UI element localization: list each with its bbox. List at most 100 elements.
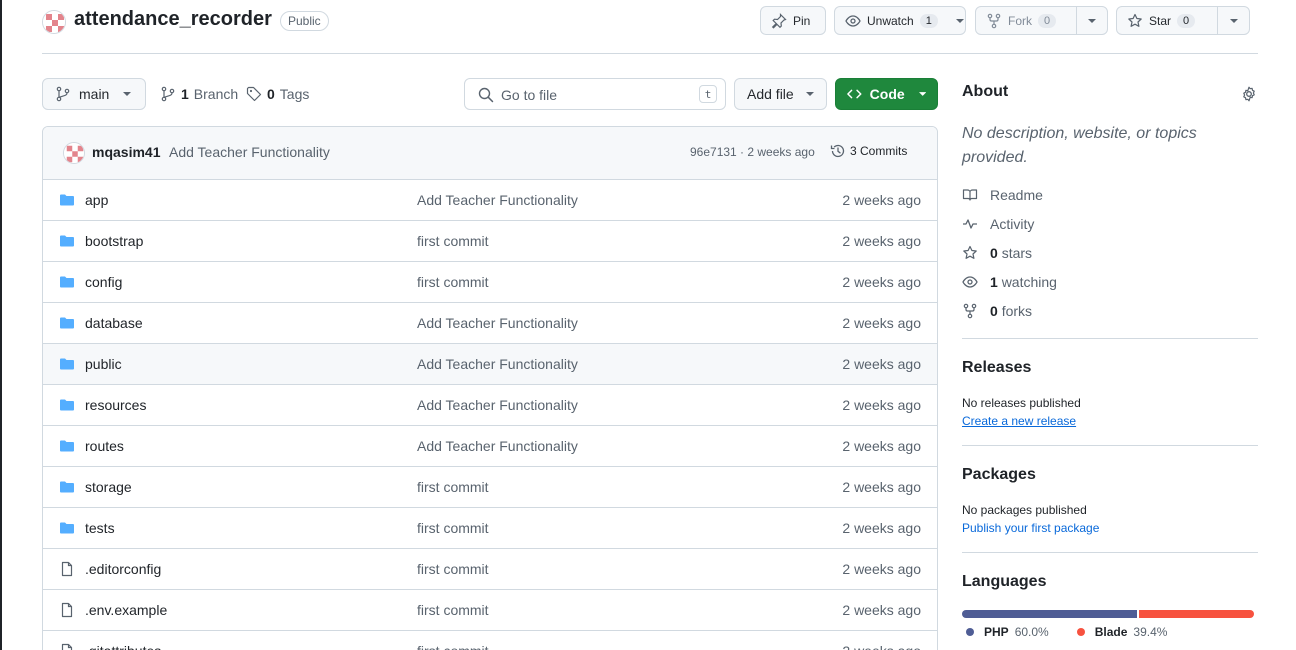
- gear-icon[interactable]: [1241, 86, 1257, 102]
- commits-history-link[interactable]: 3 Commits: [830, 143, 907, 159]
- create-release-link[interactable]: Create a new release: [962, 414, 1258, 428]
- file-commit-message-link[interactable]: first commit: [417, 233, 489, 249]
- table-row[interactable]: bootstrap first commit 2 weeks ago: [43, 221, 937, 262]
- table-row[interactable]: app Add Teacher Functionality 2 weeks ago: [43, 180, 937, 221]
- language-item[interactable]: Blade 39.4%: [1076, 625, 1167, 639]
- fork-button-group[interactable]: Fork 0: [975, 6, 1108, 35]
- file-commit-message-link[interactable]: first commit: [417, 274, 489, 290]
- star-button[interactable]: Star 0: [1117, 7, 1217, 34]
- file-name-link[interactable]: bootstrap: [85, 233, 143, 249]
- file-commit-message-link[interactable]: first commit: [417, 643, 489, 650]
- repo-name[interactable]: attendance_recorder: [74, 8, 272, 31]
- go-to-file-input[interactable]: [501, 85, 691, 105]
- table-row[interactable]: routes Add Teacher Functionality 2 weeks a…: [43, 426, 937, 467]
- add-file-button[interactable]: Add file: [734, 78, 827, 110]
- pin-label: Pin: [793, 13, 811, 28]
- star-dropdown[interactable]: [1217, 7, 1249, 34]
- file-commit-message-link[interactable]: first commit: [417, 479, 489, 495]
- fork-counter: 0: [1038, 13, 1057, 28]
- releases-empty-text: No releases published: [962, 396, 1081, 410]
- fork-icon: [963, 303, 977, 318]
- releases-heading[interactable]: Releases: [962, 359, 1258, 377]
- branch-count: 1: [181, 86, 189, 102]
- divider: [962, 445, 1258, 446]
- folder-icon: [60, 317, 74, 329]
- pin-button[interactable]: Pin: [760, 6, 826, 35]
- language-item[interactable]: PHP 60.0%: [966, 625, 1049, 639]
- commit-hash-and-time[interactable]: 96e7131 · 2 weeks ago: [690, 145, 815, 159]
- table-row[interactable]: .editorconfig first commit 2 weeks ago: [43, 549, 937, 590]
- repo-owner-avatar[interactable]: [42, 10, 66, 34]
- branches-link[interactable]: 1 Branch: [160, 78, 238, 110]
- branch-count-label: Branch: [193, 86, 239, 102]
- file-name-link[interactable]: .editorconfig: [85, 561, 161, 577]
- table-row[interactable]: tests first commit 2 weeks ago: [43, 508, 937, 549]
- file-name-link[interactable]: tests: [85, 520, 115, 536]
- unwatch-dropdown[interactable]: [948, 7, 972, 34]
- fork-dropdown[interactable]: [1076, 7, 1107, 34]
- file-commit-message-link[interactable]: Add Teacher Functionality: [417, 192, 578, 208]
- file-name-link[interactable]: .env.example: [85, 602, 167, 618]
- divider: [962, 338, 1258, 339]
- about-link-forks[interactable]: 0 forks: [962, 296, 1258, 325]
- about-link-count: 0: [990, 302, 998, 319]
- avatar[interactable]: [63, 142, 85, 164]
- tag-icon: [246, 86, 262, 102]
- table-row[interactable]: storage first commit 2 weeks ago: [43, 467, 937, 508]
- commit-message-link[interactable]: Add Teacher Functionality: [169, 144, 330, 160]
- file-commit-message-link[interactable]: Add Teacher Functionality: [417, 438, 578, 454]
- caret-down-icon: [805, 92, 814, 96]
- fork-button[interactable]: Fork 0: [976, 7, 1076, 34]
- table-row[interactable]: resources Add Teacher Functionality 2 week…: [43, 385, 937, 426]
- table-row[interactable]: public Add Teacher Functionality 2 weeks a…: [43, 344, 937, 385]
- pulse-icon: [963, 218, 977, 229]
- file-name-link[interactable]: .gitattributes: [85, 643, 161, 650]
- about-link-activity[interactable]: Activity: [962, 209, 1258, 238]
- history-icon: [830, 144, 845, 158]
- file-commit-message-link[interactable]: first commit: [417, 520, 489, 536]
- file-name-link[interactable]: storage: [85, 479, 132, 495]
- file-name-link[interactable]: routes: [85, 438, 124, 454]
- table-row[interactable]: .env.example first commit 2 weeks ago: [43, 590, 937, 631]
- branch-selector[interactable]: main: [42, 78, 146, 110]
- commit-author-link[interactable]: mqasim41: [92, 144, 160, 160]
- file-icon: [61, 561, 73, 577]
- file-commit-message-link[interactable]: Add Teacher Functionality: [417, 397, 578, 413]
- file-commit-date: 2 weeks ago: [842, 438, 921, 454]
- file-commit-message-link[interactable]: Add Teacher Functionality: [417, 356, 578, 372]
- table-row[interactable]: .gitattributes first commit 2 weeks ago: [43, 631, 937, 650]
- window-edge: [0, 0, 2, 650]
- file-name-link[interactable]: config: [85, 274, 122, 290]
- packages-empty-text: No packages published: [962, 503, 1087, 517]
- file-name-link[interactable]: public: [85, 356, 122, 372]
- visibility-badge: Public: [280, 11, 329, 31]
- about-link-stars[interactable]: 0 stars: [962, 238, 1258, 267]
- file-name-link[interactable]: app: [85, 192, 108, 208]
- tag-count-label: Tags: [279, 86, 310, 102]
- file-name-link[interactable]: resources: [85, 397, 146, 413]
- file-commit-date: 2 weeks ago: [842, 397, 921, 413]
- language-bar-segment: [962, 610, 1138, 618]
- about-link-count: 1: [990, 273, 998, 290]
- caret-down-icon: [1229, 18, 1238, 23]
- folder-icon: [60, 440, 74, 452]
- unwatch-button[interactable]: Unwatch 1: [834, 6, 966, 35]
- table-row[interactable]: database Add Teacher Functionality 2 weeks…: [43, 303, 937, 344]
- file-commit-message-link[interactable]: Add Teacher Functionality: [417, 315, 578, 331]
- about-link-watching[interactable]: 1 watching: [962, 267, 1258, 296]
- tags-link[interactable]: 0 Tags: [246, 78, 309, 110]
- file-commit-date: 2 weeks ago: [842, 520, 921, 536]
- file-commit-date: 2 weeks ago: [842, 315, 921, 331]
- tag-count: 0: [267, 86, 275, 102]
- file-name-link[interactable]: database: [85, 315, 143, 331]
- packages-heading[interactable]: Packages: [962, 466, 1258, 484]
- code-button[interactable]: Code: [835, 78, 938, 110]
- table-row[interactable]: config first commit 2 weeks ago: [43, 262, 937, 303]
- go-to-file-search[interactable]: t: [464, 78, 726, 110]
- file-commit-message-link[interactable]: first commit: [417, 602, 489, 618]
- file-commit-message-link[interactable]: first commit: [417, 561, 489, 577]
- about-link-readme[interactable]: Readme: [962, 180, 1258, 209]
- star-button-group[interactable]: Star 0: [1116, 6, 1250, 35]
- branch-icon: [56, 86, 70, 102]
- publish-package-link[interactable]: Publish your first package: [962, 521, 1258, 535]
